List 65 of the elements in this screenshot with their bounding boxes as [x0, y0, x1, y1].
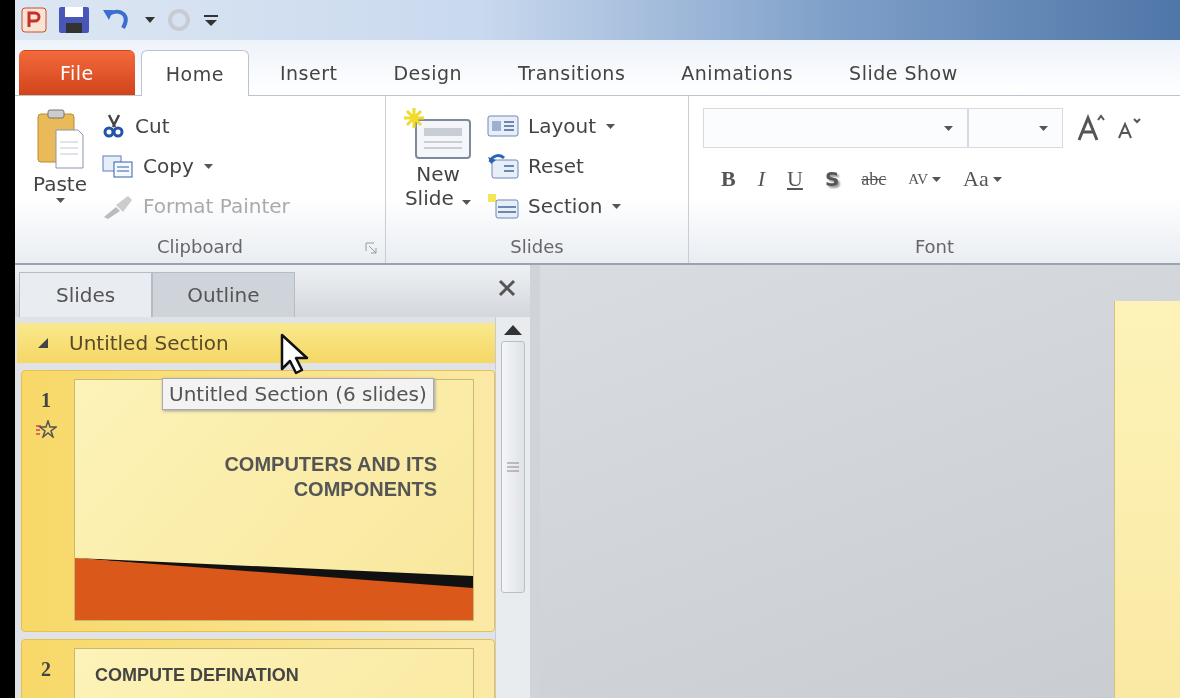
mouse-pointer-icon — [280, 333, 310, 375]
pane-tab[interactable]: Slides — [19, 272, 153, 317]
reset-icon — [486, 152, 520, 180]
bold-button[interactable]: B — [713, 166, 744, 192]
clipboard-icon — [36, 108, 84, 170]
shrink-font-icon[interactable] — [1117, 116, 1143, 140]
close-icon[interactable] — [498, 279, 516, 297]
group-label: Font — [914, 235, 955, 257]
group-label: Clipboard — [157, 236, 243, 257]
font-size-field[interactable] — [968, 108, 1063, 148]
spacing-button[interactable]: AV — [900, 170, 950, 188]
ribbon-tab[interactable]: Slide Show — [824, 50, 959, 95]
cut-button[interactable]: Cut — [101, 106, 290, 146]
button-label: Layout — [528, 114, 596, 138]
copy-button[interactable]: Copy — [101, 146, 290, 186]
underline-button[interactable]: U — [779, 166, 811, 192]
new-slide-icon — [404, 108, 472, 160]
ribbon-tab[interactable]: Home — [140, 50, 249, 96]
slide-number: 2 — [41, 658, 51, 681]
button-label: Cut — [135, 114, 170, 138]
button-label: Reset — [528, 154, 584, 178]
strike-button[interactable]: abc — [853, 168, 895, 190]
italic-button[interactable]: I — [749, 166, 773, 192]
slide-number: 1 — [41, 389, 51, 412]
caret-icon — [1039, 125, 1048, 131]
ribbon-tab[interactable]: Transitions — [493, 50, 651, 95]
file-tab[interactable]: File — [19, 50, 135, 95]
section-title: Untitled Section — [69, 331, 229, 355]
new-slide-button[interactable]: New Slide — [396, 104, 480, 230]
layout-icon — [486, 114, 520, 138]
ribbon-tab[interactable]: Animations — [656, 50, 819, 95]
tooltip: Untitled Section (6 slides) — [162, 378, 434, 410]
button-label: Copy — [143, 154, 194, 178]
layout-button[interactable]: Layout — [486, 106, 622, 146]
app-logo-icon[interactable] — [21, 7, 47, 33]
reset-button[interactable]: Reset — [486, 146, 622, 186]
button-label: Format Painter — [143, 194, 290, 218]
slide-title: COMPUTERS AND ITS COMPONENTS — [223, 452, 437, 502]
caret-icon — [462, 200, 472, 205]
slide-title: COMPUTE DEFINATION — [94, 664, 300, 686]
caret-icon[interactable] — [145, 17, 155, 23]
caret-icon — [944, 125, 953, 131]
button-label: New Slide — [404, 162, 472, 210]
caret-icon — [56, 198, 66, 203]
paste-button[interactable]: Paste — [25, 104, 95, 230]
slide-thumbnail-row[interactable]: 2 COMPUTE DEFINATION — [21, 639, 495, 698]
group-label: Slides — [510, 236, 564, 257]
ribbon-tab[interactable]: Insert — [254, 50, 363, 95]
ribbon-tab[interactable]: Design — [368, 50, 487, 95]
dialog-launcher-icon[interactable] — [365, 242, 377, 254]
section-button[interactable]: Section — [486, 186, 622, 226]
section-header[interactable]: Untitled Section — [17, 323, 495, 363]
pane-tab[interactable]: Outline — [152, 272, 295, 317]
section-icon — [486, 192, 520, 220]
button-label: Section — [528, 194, 603, 218]
grow-font-icon[interactable] — [1077, 114, 1107, 142]
case-button[interactable]: Aa — [955, 166, 1010, 192]
scrollbar-thumb[interactable] — [501, 341, 525, 593]
button-label: Paste — [33, 172, 87, 196]
save-icon[interactable] — [57, 5, 91, 35]
shadow-button[interactable]: S — [816, 167, 848, 191]
copy-icon — [101, 153, 135, 179]
grip-icon — [507, 462, 519, 472]
scroll-up-icon[interactable] — [504, 325, 522, 335]
font-name-field[interactable] — [703, 108, 968, 148]
